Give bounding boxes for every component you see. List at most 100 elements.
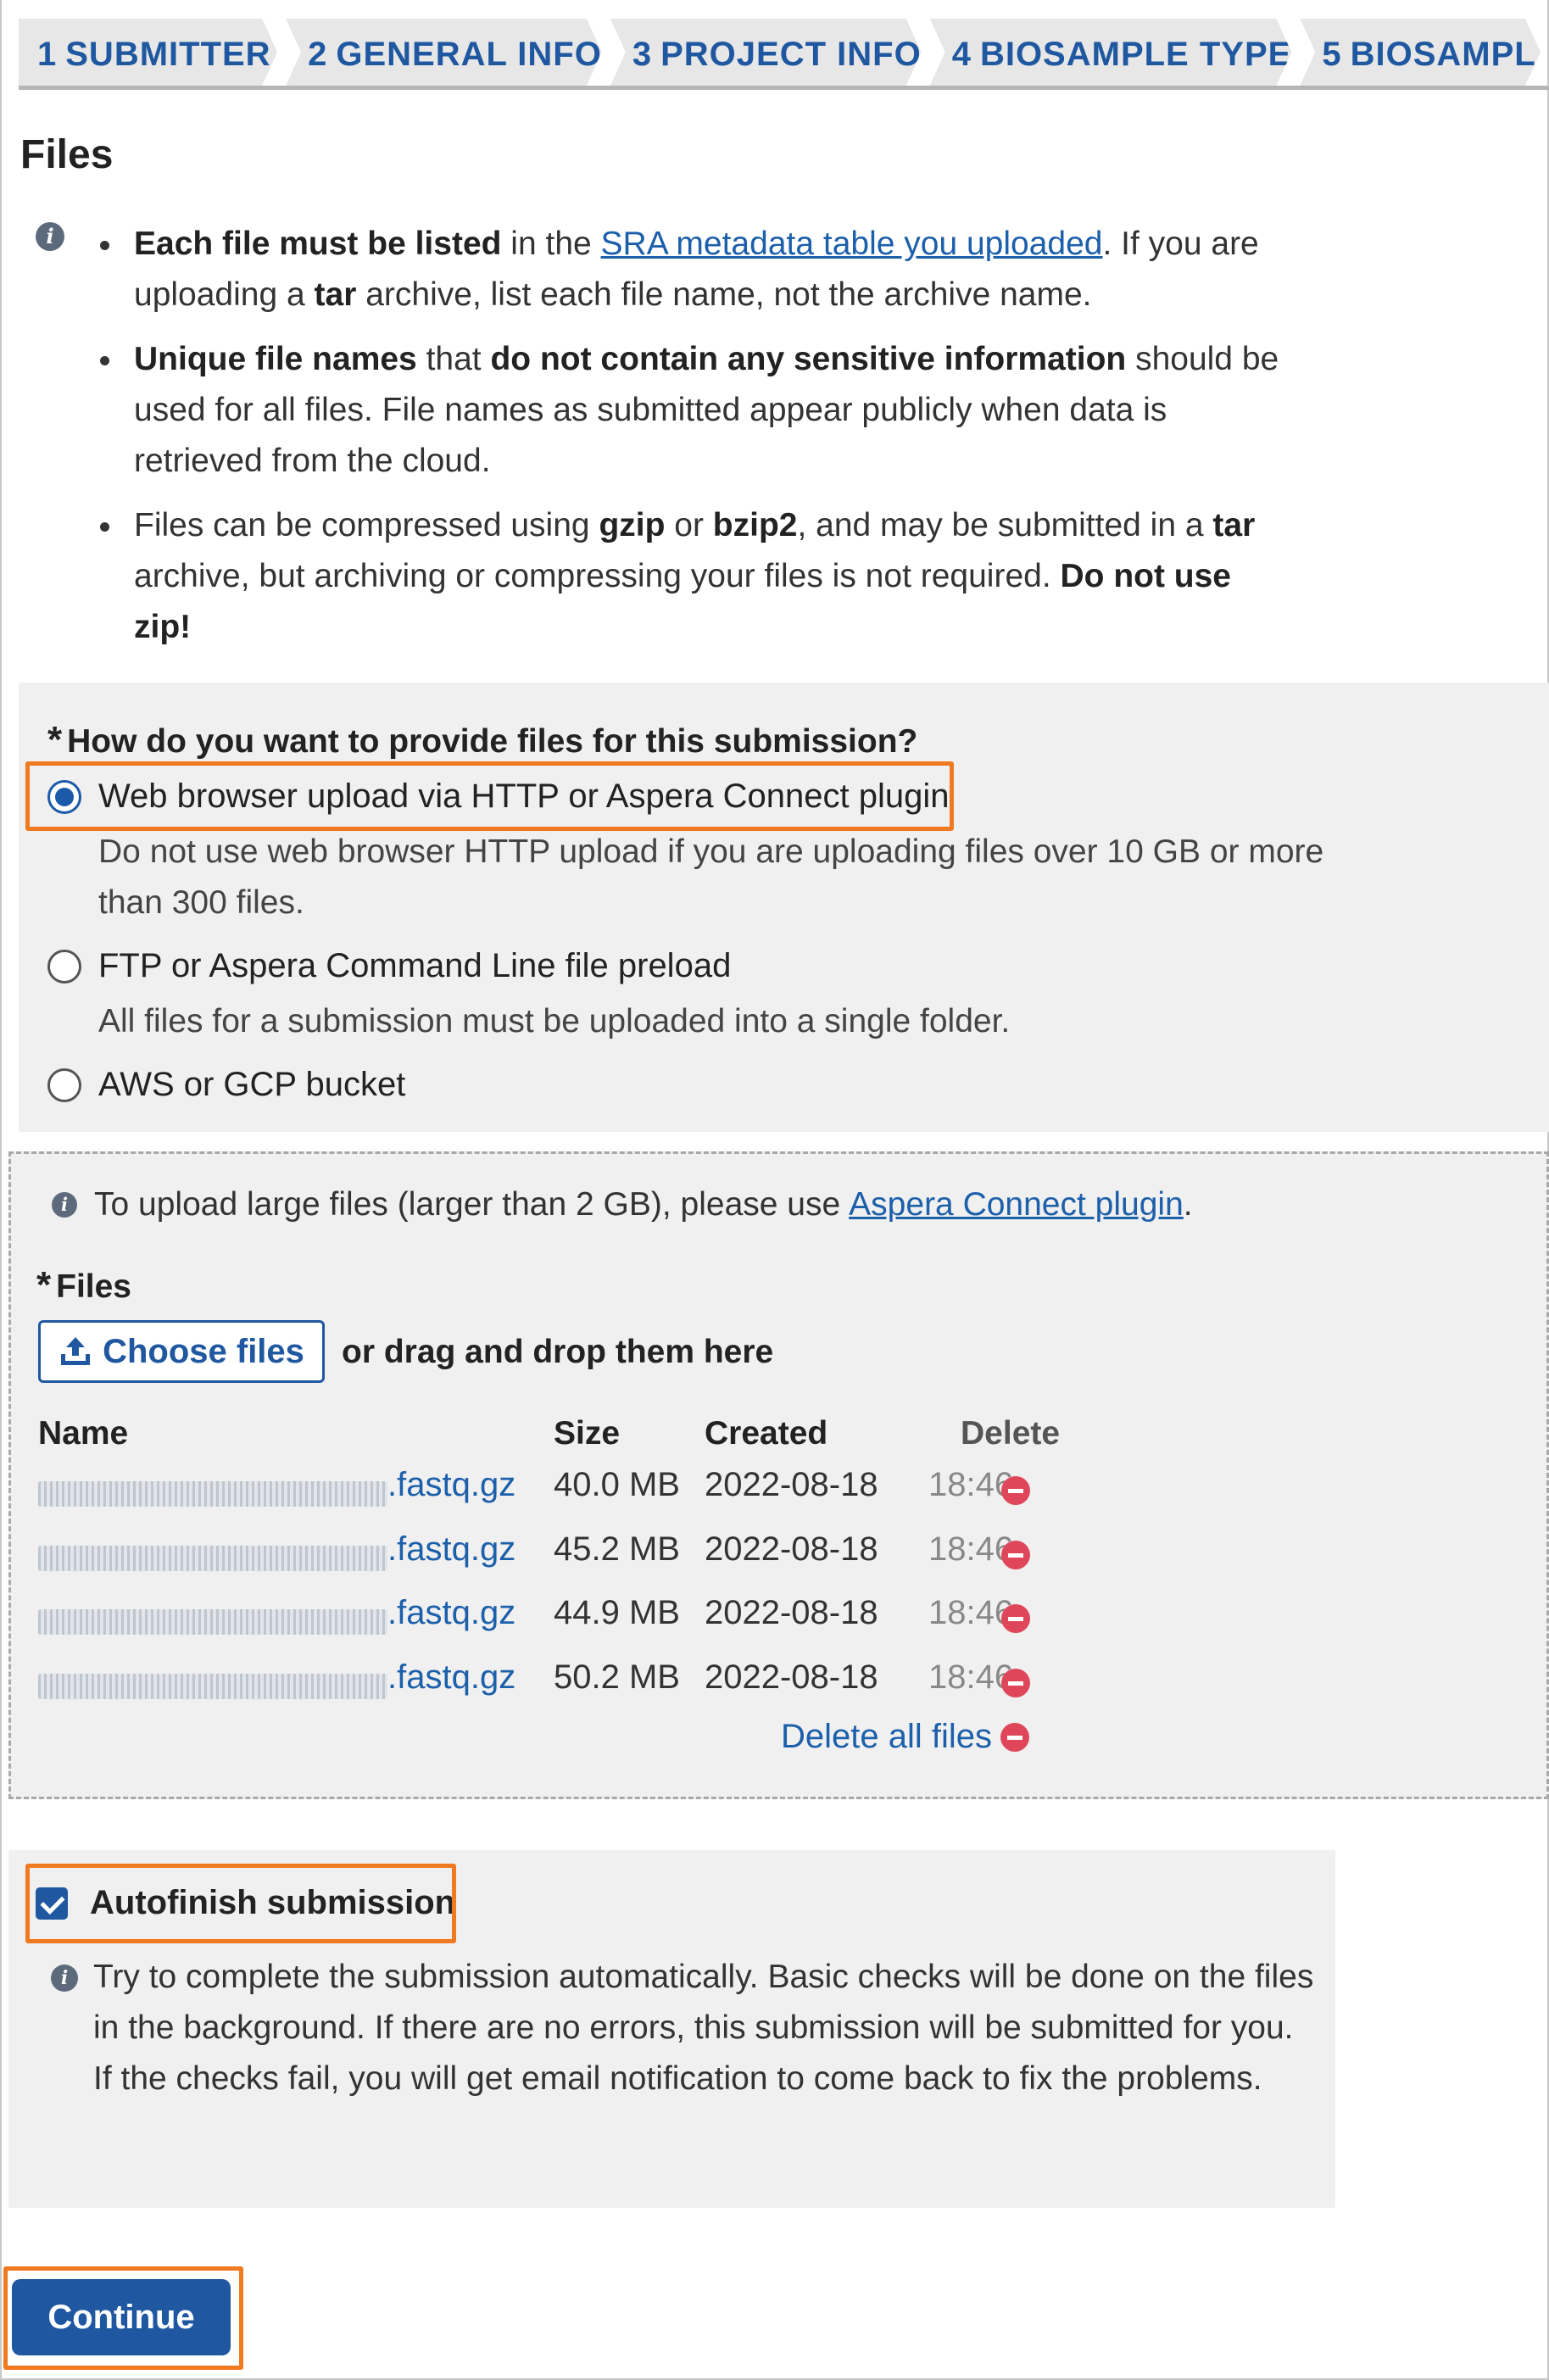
radio-button[interactable] [47, 949, 81, 984]
file-date: 2022-08-18 [705, 1466, 878, 1503]
step-label: PROJECT INFO [660, 36, 922, 73]
note-text: , and may be submitted in a [797, 507, 1213, 543]
file-size: 50.2 MB [554, 1658, 680, 1696]
option-aws-gcp[interactable]: AWS or GCP bucket [47, 1066, 405, 1104]
step-label: SUBMITTER [65, 36, 271, 73]
step-submitter[interactable]: 1 SUBMITTER [19, 19, 277, 86]
file-name-link[interactable]: .fastq.gz [387, 1530, 515, 1569]
upload-icon [61, 1337, 91, 1365]
files-field-label: * Files [36, 1264, 131, 1307]
aspera-connect-link[interactable]: Aspera Connect plugin [849, 1186, 1184, 1223]
files-notes: Each file must be listed in the SRA meta… [95, 219, 1282, 666]
highlight-box [25, 1864, 456, 1943]
file-name-link[interactable]: .fastq.gz [387, 1466, 515, 1504]
option-ftp-aspera[interactable]: FTP or Aspera Command Line file preload [47, 947, 731, 985]
note-text: or [665, 507, 713, 543]
option-help: Do not use web browser HTTP upload if yo… [98, 833, 1324, 921]
upload-info-end: . [1183, 1186, 1193, 1223]
drag-drop-text: or drag and drop them here [342, 1334, 774, 1370]
upload-info-text: To upload large files (larger than 2 GB)… [94, 1186, 841, 1223]
continue-button[interactable]: Continue [12, 2279, 231, 2355]
redacted-filename [38, 1546, 387, 1571]
note-text: that [416, 341, 491, 377]
provide-files-panel: * How do you want to provide files for th… [19, 683, 1549, 1132]
col-header-size: Size [554, 1415, 621, 1452]
choose-files-label: Choose files [103, 1332, 304, 1370]
step-project-info[interactable]: 3 PROJECT INFO [610, 19, 922, 86]
step-biosample-type[interactable]: 4 BIOSAMPLE TYPE [930, 19, 1292, 86]
required-star: * [36, 1264, 52, 1306]
question-text: How do you want to provide files for thi… [67, 723, 918, 760]
note-bold: Unique file names [134, 341, 417, 377]
option-help: All files for a submission must be uploa… [98, 1003, 1011, 1040]
note-item: Each file must be listed in the SRA meta… [95, 219, 1282, 320]
sra-metadata-link[interactable]: SRA metadata table you uploaded [601, 226, 1103, 262]
wizard-steps: 1 SUBMITTER 2 GENERAL INFO 3 PROJECT INFO 4… [19, 19, 1549, 90]
info-icon: i [52, 1192, 77, 1218]
note-bold: tar [1212, 507, 1256, 543]
note-text: in the [501, 226, 601, 262]
delete-file-icon[interactable] [1001, 1669, 1030, 1697]
step-number: 2 [308, 36, 328, 73]
file-name-link[interactable]: .fastq.gz [387, 1594, 515, 1632]
file-size: 44.9 MB [554, 1594, 680, 1631]
file-date: 2022-08-18 [705, 1594, 878, 1631]
note-text: archive, list each file name, not the ar… [356, 276, 1092, 313]
delete-all-files-link[interactable]: Delete all files [781, 1718, 1030, 1756]
delete-file-icon[interactable] [1001, 1604, 1030, 1633]
table-row: .fastq.gz 40.0 MB 2022-08-18 18:46 [38, 1466, 1030, 1517]
autofinish-help: Try to complete the submission automatic… [93, 1959, 1314, 2097]
file-time: 18:46 [928, 1530, 1014, 1568]
step-number: 1 [37, 36, 58, 73]
step-biosample-attributes[interactable]: 5 BIOSAMPL [1300, 19, 1541, 86]
note-bold: bzip2 [712, 507, 798, 543]
file-time: 18:46 [928, 1466, 1014, 1503]
table-row: .fastq.gz 45.2 MB 2022-08-18 18:46 [38, 1530, 1030, 1581]
note-bold: gzip [599, 507, 666, 543]
file-drop-zone[interactable]: i To upload large files (larger than 2 G… [8, 1151, 1549, 1799]
choose-files-button[interactable]: Choose files [38, 1320, 325, 1383]
required-star: * [47, 719, 63, 761]
col-header-name: Name [38, 1415, 129, 1452]
note-bold: Each file must be listed [134, 226, 502, 262]
delete-all-label: Delete all files [781, 1718, 993, 1755]
file-size: 45.2 MB [554, 1530, 680, 1568]
note-item: Unique file names that do not contain an… [95, 334, 1282, 487]
file-time: 18:46 [928, 1658, 1014, 1696]
provide-question: * How do you want to provide files for th… [47, 719, 917, 761]
redacted-filename [38, 1481, 387, 1507]
col-header-created: Created [705, 1415, 828, 1452]
step-label: BIOSAMPLE TYPE [979, 36, 1292, 73]
files-label-text: Files [56, 1268, 131, 1305]
file-name-link[interactable]: .fastq.gz [387, 1658, 515, 1697]
col-header-delete: Delete [961, 1415, 1061, 1452]
page: 1 SUBMITTER 2 GENERAL INFO 3 PROJECT INFO 4… [0, 0, 1549, 2380]
table-row: .fastq.gz 44.9 MB 2022-08-18 18:46 [38, 1594, 1030, 1645]
redacted-filename [38, 1674, 387, 1699]
step-number: 3 [632, 36, 653, 73]
autofinish-panel: Autofinish submission i Try to complete … [8, 1850, 1335, 2208]
file-date: 2022-08-18 [705, 1658, 878, 1696]
step-number: 4 [951, 36, 972, 73]
step-number: 5 [1322, 36, 1342, 73]
note-text: Files can be compressed using [134, 507, 599, 543]
option-label: AWS or GCP bucket [98, 1066, 406, 1103]
table-row: .fastq.gz 50.2 MB 2022-08-18 18:46 [38, 1658, 1030, 1709]
info-icon: i [36, 222, 64, 251]
file-size: 40.0 MB [554, 1466, 680, 1503]
step-label: GENERAL INFO [336, 36, 602, 73]
step-general-info[interactable]: 2 GENERAL INFO [286, 19, 602, 86]
file-time: 18:46 [928, 1594, 1014, 1631]
note-item: Files can be compressed using gzip or bz… [95, 500, 1282, 653]
delete-all-icon [1000, 1722, 1030, 1752]
highlight-box [25, 761, 954, 831]
step-label: BIOSAMPL [1350, 36, 1536, 73]
note-bold: do not contain any sensitive information [490, 341, 1127, 377]
delete-file-icon[interactable] [1001, 1541, 1030, 1569]
delete-file-icon[interactable] [1001, 1476, 1030, 1505]
option-label: FTP or Aspera Command Line file preload [98, 947, 732, 984]
radio-button[interactable] [47, 1067, 81, 1102]
file-date: 2022-08-18 [705, 1530, 878, 1568]
note-text: archive, but archiving or compressing yo… [134, 558, 1061, 594]
page-title: Files [20, 132, 114, 177]
